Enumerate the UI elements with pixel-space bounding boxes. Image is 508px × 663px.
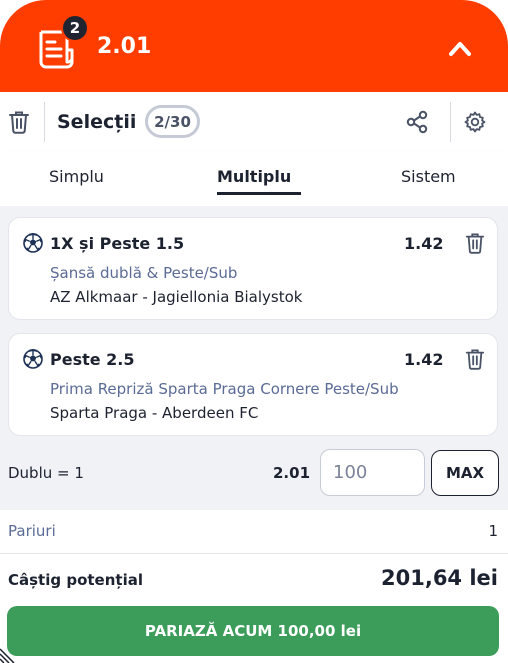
bets-value: 1 <box>488 522 498 540</box>
summary-divider <box>0 553 508 554</box>
selection-count-pill: 2/30 <box>145 105 200 138</box>
selection-card: 1X și Peste 1.5 1.42 Șansă dublă & Peste… <box>8 217 498 320</box>
tab-multiplu[interactable]: Multiplu <box>217 167 291 186</box>
trash-icon[interactable] <box>8 110 30 134</box>
stake-input[interactable] <box>320 449 425 496</box>
share-icon[interactable] <box>406 110 428 134</box>
selection-market: Șansă dublă & Peste/Sub <box>50 264 238 282</box>
tab-simplu[interactable]: Simplu <box>49 167 104 186</box>
selection-title: Peste 2.5 <box>50 350 135 369</box>
selection-title: 1X și Peste 1.5 <box>50 234 185 253</box>
trash-icon[interactable] <box>465 348 485 370</box>
toolbar-divider <box>44 102 45 142</box>
selections-title: Selecții <box>57 111 137 133</box>
potential-win-value: 201,64 lei <box>381 566 498 590</box>
selection-event: AZ Alkmaar - Jagiellonia Bialystok <box>50 288 303 306</box>
selection-event: Sparta Praga - Aberdeen FC <box>50 404 259 422</box>
soccer-ball-icon <box>23 349 43 369</box>
selection-odds: 1.42 <box>404 234 444 253</box>
potential-win-label: Câștig potențial <box>8 571 143 589</box>
trash-icon[interactable] <box>465 232 485 254</box>
betslip-header[interactable]: 2 2.01 <box>0 0 508 92</box>
combo-odds: 2.01 <box>273 464 311 482</box>
bet-summary: Pariuri 1 Câștig potențial 201,64 lei PA… <box>0 510 508 663</box>
selection-count-badge: 2 <box>61 14 89 42</box>
bet-type-tabs: Simplu Multiplu Sistem <box>0 152 508 206</box>
max-stake-button[interactable]: MAX <box>431 450 499 496</box>
gear-icon[interactable] <box>463 110 487 134</box>
place-bet-button[interactable]: PARIAZĂ ACUM 100,00 lei <box>7 606 499 656</box>
soccer-ball-icon <box>23 233 43 253</box>
selection-card: Peste 2.5 1.42 Prima Repriză Sparta Prag… <box>8 333 498 436</box>
combo-label: Dublu = 1 <box>8 464 84 482</box>
tab-sistem[interactable]: Sistem <box>401 167 456 186</box>
bets-label: Pariuri <box>8 522 56 540</box>
total-odds: 2.01 <box>97 34 152 59</box>
chevron-up-icon[interactable] <box>447 38 473 58</box>
active-tab-indicator <box>217 192 301 195</box>
selections-toolbar: Selecții 2/30 <box>0 92 508 152</box>
toolbar-divider <box>450 102 451 142</box>
selection-odds: 1.42 <box>404 350 444 369</box>
selection-market: Prima Repriză Sparta Praga Cornere Peste… <box>50 380 399 398</box>
resize-grip-icon[interactable] <box>0 645 18 663</box>
